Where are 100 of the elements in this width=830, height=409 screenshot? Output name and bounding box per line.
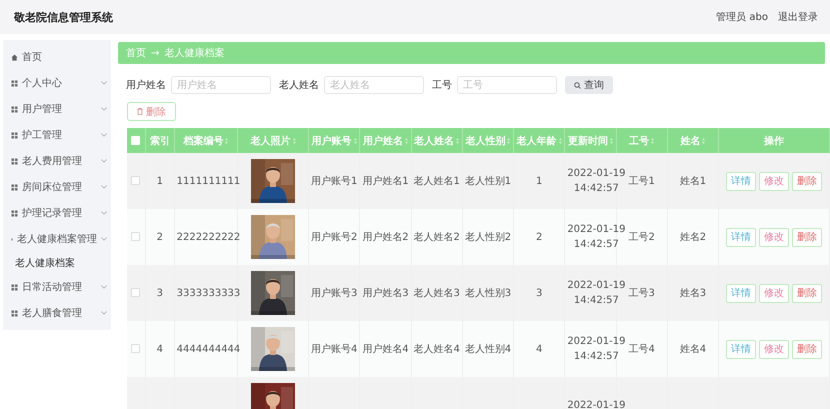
- chevron-icon: [101, 107, 107, 111]
- table-cell-text: 2022-01-19: [567, 398, 626, 409]
- table-cell-text: 老人姓名2: [414, 230, 460, 244]
- chevron-icon: [101, 133, 107, 137]
- table-cell-text: 4444444444: [176, 342, 240, 356]
- row-checkbox[interactable]: [131, 176, 140, 186]
- sort-icon: [702, 138, 706, 144]
- column-header[interactable]: 老人照片: [238, 128, 308, 153]
- column-header[interactable]: 姓名: [667, 128, 719, 153]
- chevron-icon: [101, 211, 107, 215]
- table-cell-text: 1111111111: [176, 174, 240, 188]
- edit-button[interactable]: 修改: [759, 284, 790, 302]
- select-all-checkbox[interactable]: [131, 136, 140, 145]
- menu-item[interactable]: 个人中心: [3, 70, 111, 96]
- table-cell-text: 姓名1: [680, 174, 706, 188]
- view-button[interactable]: 详情: [726, 284, 756, 302]
- search-button[interactable]: 查询: [565, 76, 613, 94]
- edit-button[interactable]: 修改: [759, 340, 790, 358]
- delete-button[interactable]: 删除: [792, 172, 822, 190]
- table-cell-text: 2: [156, 230, 163, 244]
- table-cell-text: 2022-01-19 14:42:57: [567, 223, 626, 252]
- table-cell-text: 2022-01-19 14:42:57: [567, 279, 626, 308]
- user-label: 管理员 abo: [716, 11, 768, 24]
- table-cell-text: 姓名3: [680, 286, 706, 300]
- menu-icon: [11, 106, 18, 112]
- sort-icon: [456, 138, 460, 144]
- menu-item[interactable]: 护理记录管理: [3, 200, 111, 226]
- table-cell-text: 老人姓名4: [414, 342, 460, 356]
- delete-button[interactable]: 删除: [127, 102, 176, 121]
- chevron-icon: [101, 237, 107, 241]
- sort-icon: [292, 138, 296, 144]
- menu-item[interactable]: 老人膳食管理: [3, 300, 111, 326]
- edit-button[interactable]: 修改: [759, 228, 790, 246]
- view-button[interactable]: 详情: [726, 340, 756, 358]
- menu-item[interactable]: 用户管理: [3, 96, 111, 122]
- table-cell-text: 用户账号1: [310, 174, 358, 188]
- table-cell-text: 工号2: [628, 230, 655, 244]
- row-checkbox[interactable]: [131, 344, 140, 354]
- sort-icon: [354, 138, 357, 144]
- edit-button[interactable]: 修改: [759, 172, 790, 190]
- table-cell-text: 2022-01-19 14:42:57: [567, 335, 626, 364]
- field-label: 用户姓名: [126, 78, 166, 92]
- home-icon: [11, 54, 18, 60]
- table-cell-text: 老人性别1: [464, 174, 512, 188]
- delete-button[interactable]: 删除: [792, 340, 822, 358]
- view-button[interactable]: 详情: [726, 172, 756, 190]
- column-header[interactable]: 老人年龄: [514, 128, 565, 153]
- menu-item[interactable]: 护工管理: [3, 122, 111, 148]
- table-cell-text: 工号3: [628, 286, 655, 300]
- menu-item[interactable]: 首页: [3, 44, 111, 70]
- menu-item[interactable]: 老人健康档案管理: [3, 226, 111, 252]
- search-field[interactable]: 工号: [457, 76, 557, 94]
- column-header[interactable]: 老人性别: [462, 128, 514, 153]
- sort-icon: [610, 138, 613, 144]
- column-header[interactable]: 用户账号: [308, 128, 360, 153]
- table-cell-text: 用户账号4: [310, 342, 358, 356]
- table-cell-text: 1: [536, 174, 542, 188]
- search-field[interactable]: 用户姓名: [171, 76, 271, 94]
- column-header[interactable]: 老人姓名: [411, 128, 462, 153]
- sort-icon: [651, 138, 654, 144]
- column-header[interactable]: 操作: [718, 128, 830, 153]
- breadcrumb-link[interactable]: 老人健康档案: [164, 46, 224, 60]
- delete-button[interactable]: 删除: [792, 284, 822, 302]
- table-cell-text: 4: [156, 342, 163, 356]
- menu-item[interactable]: 房间床位管理: [3, 174, 111, 200]
- chevron-icon: [101, 311, 107, 315]
- menu-item[interactable]: 老人费用管理: [3, 148, 111, 174]
- search-field[interactable]: 老人姓名: [324, 76, 424, 94]
- column-header[interactable]: 工号: [616, 128, 668, 153]
- table-cell-text: 用户姓名4: [362, 342, 409, 356]
- trash-icon: [137, 108, 143, 115]
- column-header[interactable]: 更新时间: [564, 128, 616, 153]
- sort-icon: [558, 138, 562, 144]
- table-cell-text: 3: [536, 286, 542, 300]
- column-header[interactable]: 档案编号: [174, 128, 238, 153]
- breadcrumb-link[interactable]: 首页: [126, 46, 146, 60]
- submenu-item[interactable]: 老人健康档案: [3, 252, 111, 274]
- table-cell-text: 用户账号2: [310, 230, 358, 244]
- sort-icon: [404, 138, 408, 144]
- chevron-icon: [101, 81, 107, 85]
- logout-link[interactable]: 退出登录: [778, 10, 818, 24]
- column-header[interactable]: 索引: [145, 128, 174, 153]
- row-checkbox[interactable]: [131, 232, 140, 242]
- table-cell-text: 2222222222: [176, 230, 240, 244]
- menu-icon: [11, 310, 18, 316]
- menu-icon: [11, 184, 18, 190]
- table-cell-text: 工号1: [628, 174, 655, 188]
- table-cell-text: 工号4: [628, 342, 655, 356]
- table-cell-text: 3333333333: [176, 286, 240, 300]
- row-checkbox[interactable]: [131, 288, 140, 298]
- column-header[interactable]: 用户姓名: [360, 128, 412, 153]
- table-cell-text: 老人性别2: [464, 230, 512, 244]
- table-cell-text: 用户姓名3: [362, 286, 409, 300]
- field-label: 工号: [432, 79, 452, 92]
- table-cell-text: 1: [156, 174, 163, 188]
- table-cell-text: 老人姓名1: [414, 174, 460, 188]
- table-cell-text: 2: [536, 230, 542, 244]
- menu-item[interactable]: 日常活动管理: [3, 274, 111, 300]
- delete-button[interactable]: 删除: [792, 228, 822, 246]
- view-button[interactable]: 详情: [726, 228, 756, 246]
